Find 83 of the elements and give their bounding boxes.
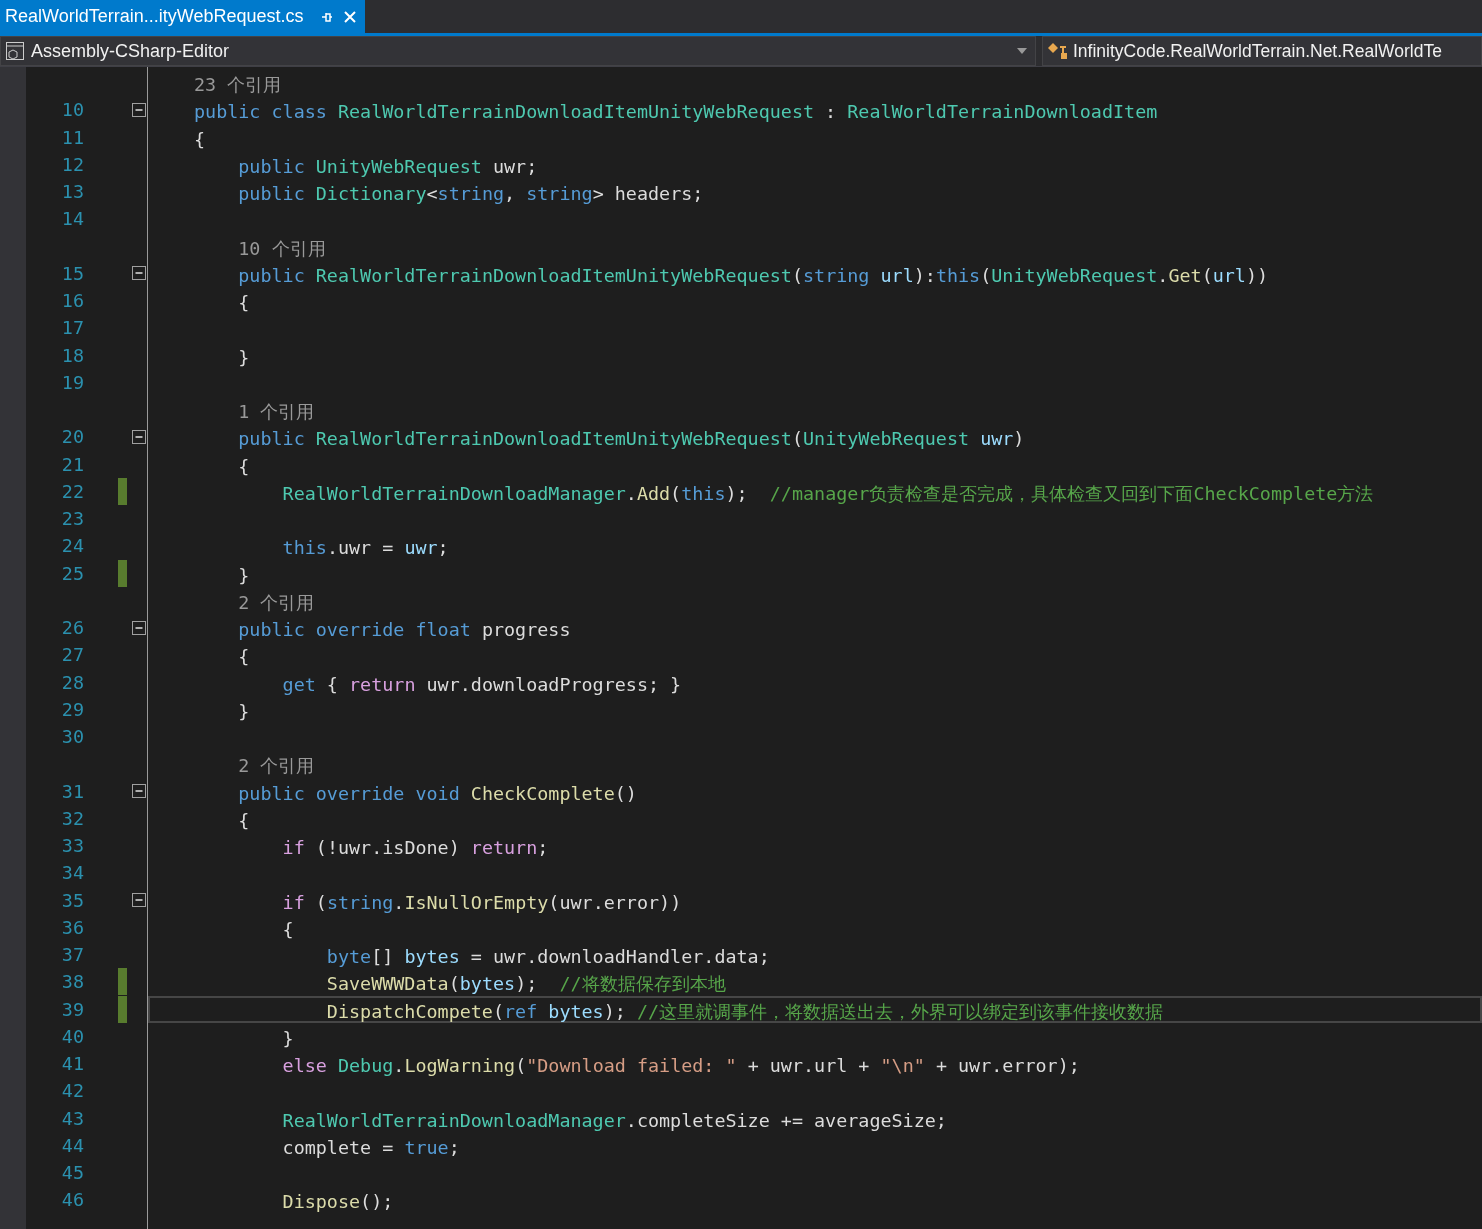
- code-line: public override void CheckComplete(): [237, 781, 638, 805]
- line-number: 39: [61, 998, 84, 1020]
- code-line: if (string.IsNullOrEmpty(uwr.error)): [281, 890, 683, 914]
- code-line: complete = true;: [281, 1135, 461, 1159]
- line-number: 16: [61, 290, 84, 312]
- line-number: 10: [61, 99, 84, 121]
- fold-toggle-icon[interactable]: [132, 429, 146, 444]
- reference-count[interactable]: 23 个引用: [148, 69, 1482, 97]
- code-line: RealWorldTerrainDownloadManager.completeSize += averageSize;: [281, 1108, 948, 1132]
- caret-icon: [1017, 48, 1027, 54]
- code-line: RealWorldTerrainDownloadManager.Add(this); //manager负责检查是否完成，具体检查又回到下面CheckComplete方法: [281, 481, 1375, 505]
- fold-toggle-icon[interactable]: [132, 620, 146, 635]
- line-number: 22: [61, 480, 84, 502]
- line-number: 33: [61, 835, 84, 857]
- line-number: 45: [61, 1162, 84, 1184]
- code-line: {: [193, 127, 207, 151]
- reference-count[interactable]: 2 个引用: [148, 750, 1482, 778]
- reference-count[interactable]: 2 个引用: [148, 586, 1482, 614]
- fold-toggle-icon[interactable]: [132, 102, 146, 117]
- fold-toggle-icon[interactable]: [132, 266, 146, 281]
- close-icon[interactable]: [343, 9, 358, 24]
- line-number: 40: [61, 1025, 84, 1047]
- code-line: public class RealWorldTerrainDownloadItemUnityWebRequest : RealWorldTerrainDownloadItem: [193, 100, 1159, 124]
- code-line: public RealWorldTerrainDownloadItemUnityWebRequest(UnityWebRequest uwr): [237, 427, 1026, 451]
- type-dropdown[interactable]: InfinityCode.RealWorldTerrain.Net.RealWorldTe: [1042, 36, 1482, 66]
- code-line: if (!uwr.isDone) return;: [281, 836, 550, 860]
- line-number: 17: [61, 317, 84, 339]
- line-number: 32: [61, 807, 84, 829]
- line-number: 29: [61, 698, 84, 720]
- line-number: 24: [61, 535, 84, 557]
- reference-count[interactable]: 1 个引用: [148, 396, 1482, 424]
- code-line: {: [237, 291, 251, 315]
- line-number: 41: [61, 1053, 84, 1075]
- code-line: }: [237, 345, 251, 369]
- code-line: else Debug.LogWarning("Download failed: " + uwr.url + "\n" + uwr.error);: [281, 1054, 1081, 1078]
- line-number: 14: [61, 208, 84, 230]
- line-number: 21: [61, 453, 84, 475]
- code-line: this.uwr = uwr;: [281, 536, 450, 560]
- project-dropdown[interactable]: Assembly-CSharp-Editor: [0, 36, 1036, 66]
- line-number: 11: [61, 126, 84, 148]
- code-line: Dispose();: [281, 1190, 395, 1214]
- line-number: 28: [61, 671, 84, 693]
- line-number: 38: [61, 971, 84, 993]
- line-number: 23: [61, 508, 84, 530]
- line-number: 30: [61, 726, 84, 748]
- code-line: public UnityWebRequest uwr;: [237, 154, 539, 178]
- line-number: 37: [61, 944, 84, 966]
- line-number: 42: [61, 1080, 84, 1102]
- line-number: 26: [61, 617, 84, 639]
- file-tab[interactable]: RealWorldTerrain...ityWebRequest.cs: [0, 0, 366, 33]
- code-line: public RealWorldTerrainDownloadItemUnityWebRequest(string url):this(UnityWebRequest.Get(url)): [237, 263, 1270, 287]
- code-line: }: [237, 699, 251, 723]
- line-number: 36: [61, 916, 84, 938]
- code-line: {: [237, 808, 251, 832]
- fold-toggle-icon[interactable]: [132, 893, 146, 908]
- line-number: 43: [61, 1107, 84, 1129]
- class-icon: [1047, 41, 1069, 61]
- code-line: {: [281, 917, 295, 941]
- line-number: 34: [61, 862, 84, 884]
- code-line: byte[] bytes = uwr.downloadHandler.data;: [325, 945, 771, 969]
- code-line: }: [281, 1026, 295, 1050]
- code-line: {: [237, 454, 251, 478]
- line-number: 35: [61, 889, 84, 911]
- code-line: SaveWWWData(bytes); //将数据保存到本地: [325, 972, 727, 996]
- project-icon: [5, 41, 25, 61]
- line-number: 27: [61, 644, 84, 666]
- line-number: 44: [61, 1134, 84, 1156]
- line-number: 46: [61, 1189, 84, 1211]
- reference-count[interactable]: 10 个引用: [148, 232, 1482, 260]
- line-number: 31: [61, 780, 84, 802]
- line-number: 12: [61, 153, 84, 175]
- line-number: 13: [61, 181, 84, 203]
- line-number: 19: [61, 371, 84, 393]
- code-line: public override float progress: [237, 618, 572, 642]
- code-line: }: [237, 563, 251, 587]
- code-line: {: [237, 645, 251, 669]
- line-number: 20: [61, 426, 84, 448]
- line-number: 15: [61, 262, 84, 284]
- fold-toggle-icon[interactable]: [132, 784, 146, 799]
- code-line: get { return uwr.downloadProgress; }: [281, 672, 683, 696]
- code-line: public Dictionary<string, string> headers;: [237, 182, 705, 206]
- line-number: 18: [61, 344, 84, 366]
- line-number: 25: [61, 562, 84, 584]
